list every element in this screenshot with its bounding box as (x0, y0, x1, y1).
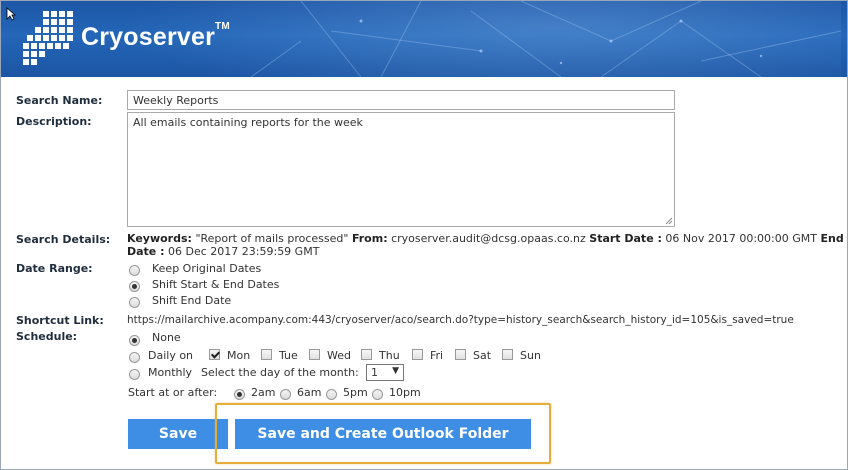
brand-trademark: TM (215, 21, 230, 32)
search-details-line1: Keywords: "Report of mails processed" Fr… (127, 232, 844, 245)
resize-grip-icon[interactable] (665, 217, 673, 225)
date-range-shift-end-label: Shift End Date (152, 294, 232, 307)
date-range-keep-label: Keep Original Dates (152, 262, 262, 275)
start-time-prompt: Start at or after: (128, 386, 218, 399)
app-frame: CryoserverTM Search Name: Description: A… (0, 0, 848, 470)
day-sun-label: Sun (520, 349, 541, 362)
date-range-label: Date Range: (16, 262, 93, 275)
dropdown-arrow-icon: ▼ (392, 366, 399, 376)
day-sat-checkbox[interactable] (455, 349, 466, 360)
day-wed-label: Wed (327, 349, 351, 362)
day-sat-label: Sat (473, 349, 492, 362)
monthly-day-select[interactable]: 1 ▼ (366, 364, 404, 381)
day-tue-label: Tue (279, 349, 298, 362)
brand-name: Cryoserver (81, 23, 216, 51)
schedule-none-label: None (152, 331, 181, 344)
date-range-shift-both-label: Shift Start & End Dates (152, 278, 280, 291)
schedule-daily-label: Daily on (148, 349, 194, 362)
search-details-line2: Date : 06 Dec 2017 23:59:59 GMT (127, 245, 319, 258)
search-name-input[interactable] (127, 90, 675, 110)
time-5pm-label: 5pm (343, 386, 368, 399)
cryoserver-logo-grid-icon (23, 11, 73, 65)
time-10pm-label: 10pm (389, 386, 421, 399)
save-button[interactable]: Save (128, 419, 228, 449)
time-5pm-radio[interactable] (326, 389, 337, 400)
schedule-none-radio[interactable] (129, 335, 140, 346)
start-date-value: 06 Nov 2017 00:00:00 GMT (665, 232, 817, 245)
time-6am-label: 6am (297, 386, 322, 399)
time-2am-radio[interactable] (234, 389, 245, 400)
day-fri-label: Fri (430, 349, 444, 362)
keywords-label: Keywords: (127, 232, 192, 245)
schedule-daily-radio[interactable] (129, 352, 140, 363)
description-text: All emails containing reports for the we… (133, 116, 363, 129)
day-mon-label: Mon (227, 349, 251, 362)
monthly-day-value: 1 (371, 366, 378, 379)
time-10pm-radio[interactable] (372, 389, 383, 400)
day-fri-checkbox[interactable] (412, 349, 423, 360)
from-value: cryoserver.audit@dcsg.opaas.co.nz (391, 232, 586, 245)
description-textarea[interactable]: All emails containing reports for the we… (127, 112, 675, 227)
date-range-keep-radio[interactable] (129, 265, 140, 276)
from-label: From: (351, 232, 388, 245)
day-tue-checkbox[interactable] (261, 349, 272, 360)
monthly-day-prompt: Select the day of the month: (201, 366, 359, 379)
mouse-pointer-icon (6, 7, 16, 21)
shortcut-link-url[interactable]: https://mailarchive.acompany.com:443/cry… (127, 314, 794, 326)
end-date-label-part1: End (820, 232, 844, 245)
brand-logo-text: CryoserverTM (81, 21, 230, 52)
day-thu-checkbox[interactable] (361, 349, 372, 360)
description-label: Description: (16, 115, 92, 128)
date-range-shift-end-radio[interactable] (129, 297, 140, 308)
day-wed-checkbox[interactable] (309, 349, 320, 360)
search-details-label: Search Details: (16, 233, 111, 246)
keywords-value: "Report of mails processed" (195, 232, 349, 245)
date-range-shift-both-radio[interactable] (129, 281, 140, 292)
end-date-value: 06 Dec 2017 23:59:59 GMT (168, 245, 320, 258)
schedule-label: Schedule: (16, 330, 78, 343)
time-6am-radio[interactable] (280, 389, 291, 400)
schedule-monthly-radio[interactable] (129, 369, 140, 380)
header-banner: CryoserverTM (1, 1, 847, 77)
time-2am-label: 2am (251, 386, 276, 399)
shortcut-link-label: Shortcut Link: (16, 314, 104, 327)
day-mon-checkbox[interactable] (209, 349, 220, 360)
schedule-monthly-label: Monthly (148, 366, 193, 379)
highlight-box (215, 403, 551, 464)
day-sun-checkbox[interactable] (502, 349, 513, 360)
search-name-label: Search Name: (16, 94, 103, 107)
start-date-label: Start Date : (589, 232, 662, 245)
end-date-label-part2: Date : (127, 245, 165, 258)
day-thu-label: Thu (379, 349, 400, 362)
